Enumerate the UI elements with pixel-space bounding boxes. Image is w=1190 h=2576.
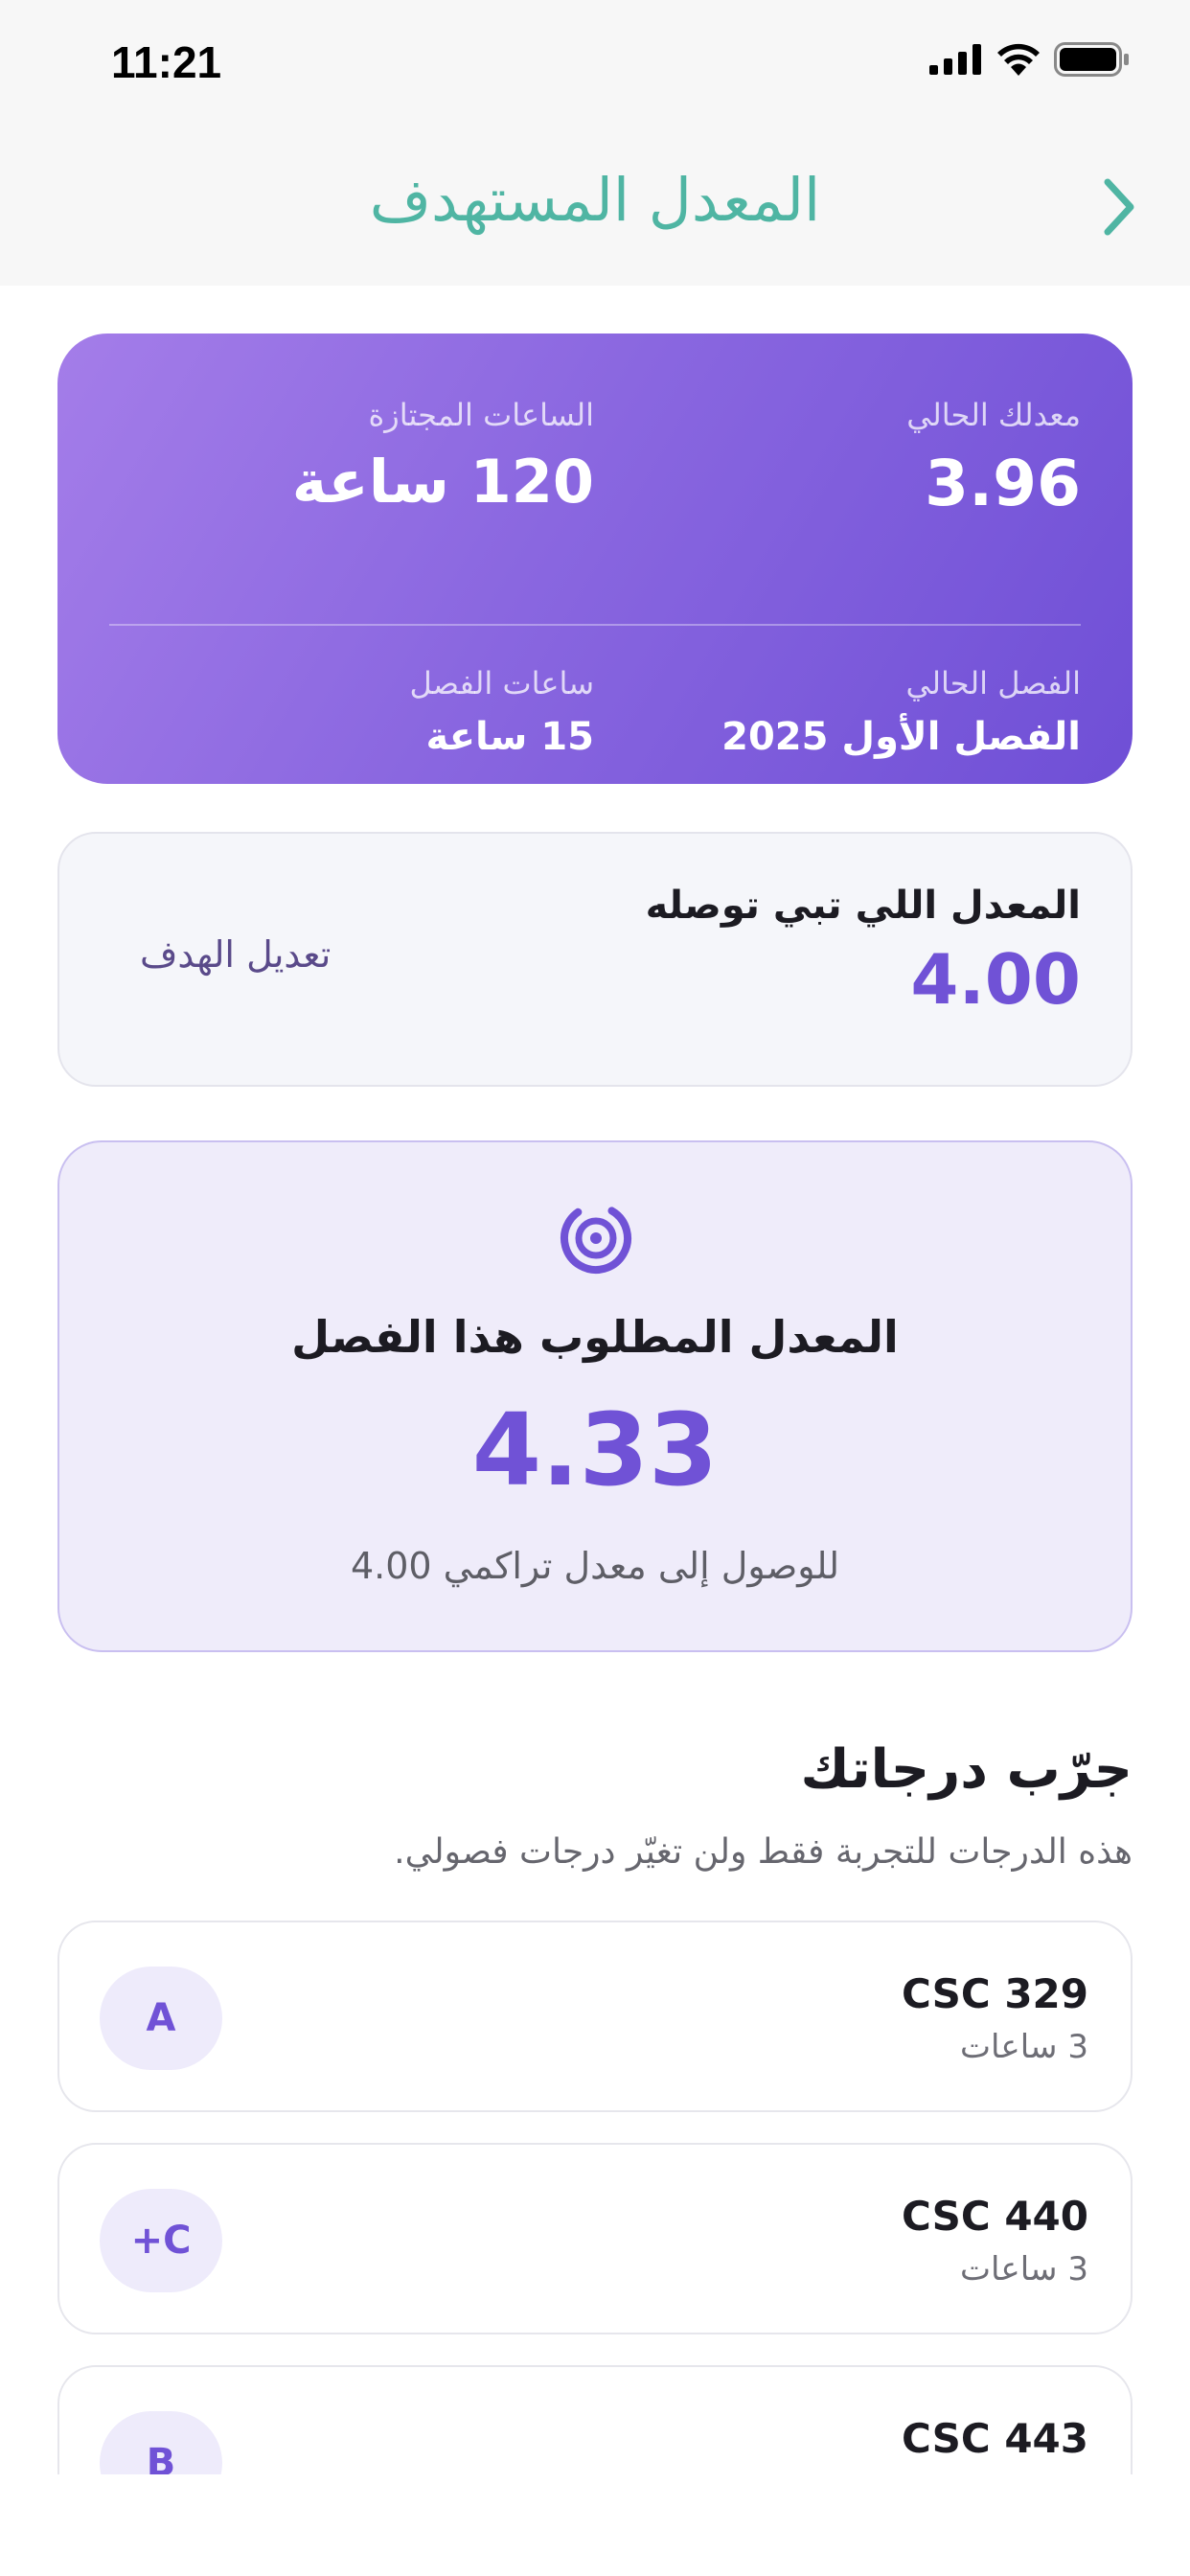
course-card: CSC 440 3 ساعات +C xyxy=(57,2143,1133,2334)
course-code: CSC 329 xyxy=(902,1970,1088,2017)
status-time: 11:21 xyxy=(111,37,222,87)
simulator-subtitle: هذه الدرجات للتجربة فقط ولن تغيّر درجات … xyxy=(394,1832,1133,1872)
grade-selector[interactable]: +C xyxy=(100,2189,222,2292)
top-bar: 11:21 المعدل المستهدف xyxy=(0,0,1190,286)
edit-goal-button[interactable]: تعديل الهدف xyxy=(140,933,331,976)
page-title: المعدل المستهدف xyxy=(369,165,821,235)
target-gpa-label: المعدل اللي تبي توصله xyxy=(645,884,1081,928)
simulator-title: جرّب درجاتك xyxy=(800,1738,1133,1801)
current-term-label: الفصل الحالي xyxy=(905,665,1081,702)
course-card: CSC 329 3 ساعات A xyxy=(57,1920,1133,2112)
current-gpa-label: معدلك الحالي xyxy=(906,397,1081,433)
content: معدلك الحالي 3.96 الساعات المجتازة 120 س… xyxy=(0,286,1190,2474)
current-gpa-value: 3.96 xyxy=(925,447,1081,520)
required-gpa-label: المعدل المطلوب هذا الفصل xyxy=(291,1311,899,1363)
divider xyxy=(109,624,1081,626)
back-button[interactable] xyxy=(1090,172,1148,242)
course-hours: 3 ساعات xyxy=(960,2028,1088,2066)
grade-selector[interactable]: B xyxy=(100,2411,222,2474)
required-gpa-card: المعدل المطلوب هذا الفصل 4.33 للوصول إلى… xyxy=(57,1140,1133,1652)
target-gpa-value: 4.00 xyxy=(910,939,1081,1020)
course-hours: 3 ساعات xyxy=(960,2250,1088,2288)
required-gpa-value: 4.33 xyxy=(471,1392,719,1508)
course-code: CSC 440 xyxy=(902,2193,1088,2240)
hours-passed-label: الساعات المجتازة xyxy=(368,397,595,433)
gpa-summary-card: معدلك الحالي 3.96 الساعات المجتازة 120 س… xyxy=(57,334,1133,784)
course-code: CSC 443 xyxy=(902,2415,1088,2462)
signal-icon xyxy=(929,44,981,75)
hours-passed-value: 120 ساعة xyxy=(291,447,594,517)
current-term-value: الفصل الأول 2025 xyxy=(721,715,1081,759)
term-hours-value: 15 ساعة xyxy=(425,715,594,759)
target-gpa-card: المعدل اللي تبي توصله 4.00 تعديل الهدف xyxy=(57,832,1133,1087)
bottom-safe-area xyxy=(0,2474,1190,2576)
grade-selector[interactable]: A xyxy=(100,1966,222,2070)
term-hours-label: ساعات الفصل xyxy=(409,665,594,702)
required-gpa-subtitle: للوصول إلى معدل تراكمي 4.00 xyxy=(350,1545,840,1587)
chevron-right-icon xyxy=(1104,178,1134,236)
status-icons xyxy=(929,42,1131,77)
wifi-icon xyxy=(997,43,1040,76)
battery-icon xyxy=(1054,42,1129,77)
target-icon xyxy=(561,1203,631,1274)
course-card: CSC 443 B xyxy=(57,2365,1133,2474)
